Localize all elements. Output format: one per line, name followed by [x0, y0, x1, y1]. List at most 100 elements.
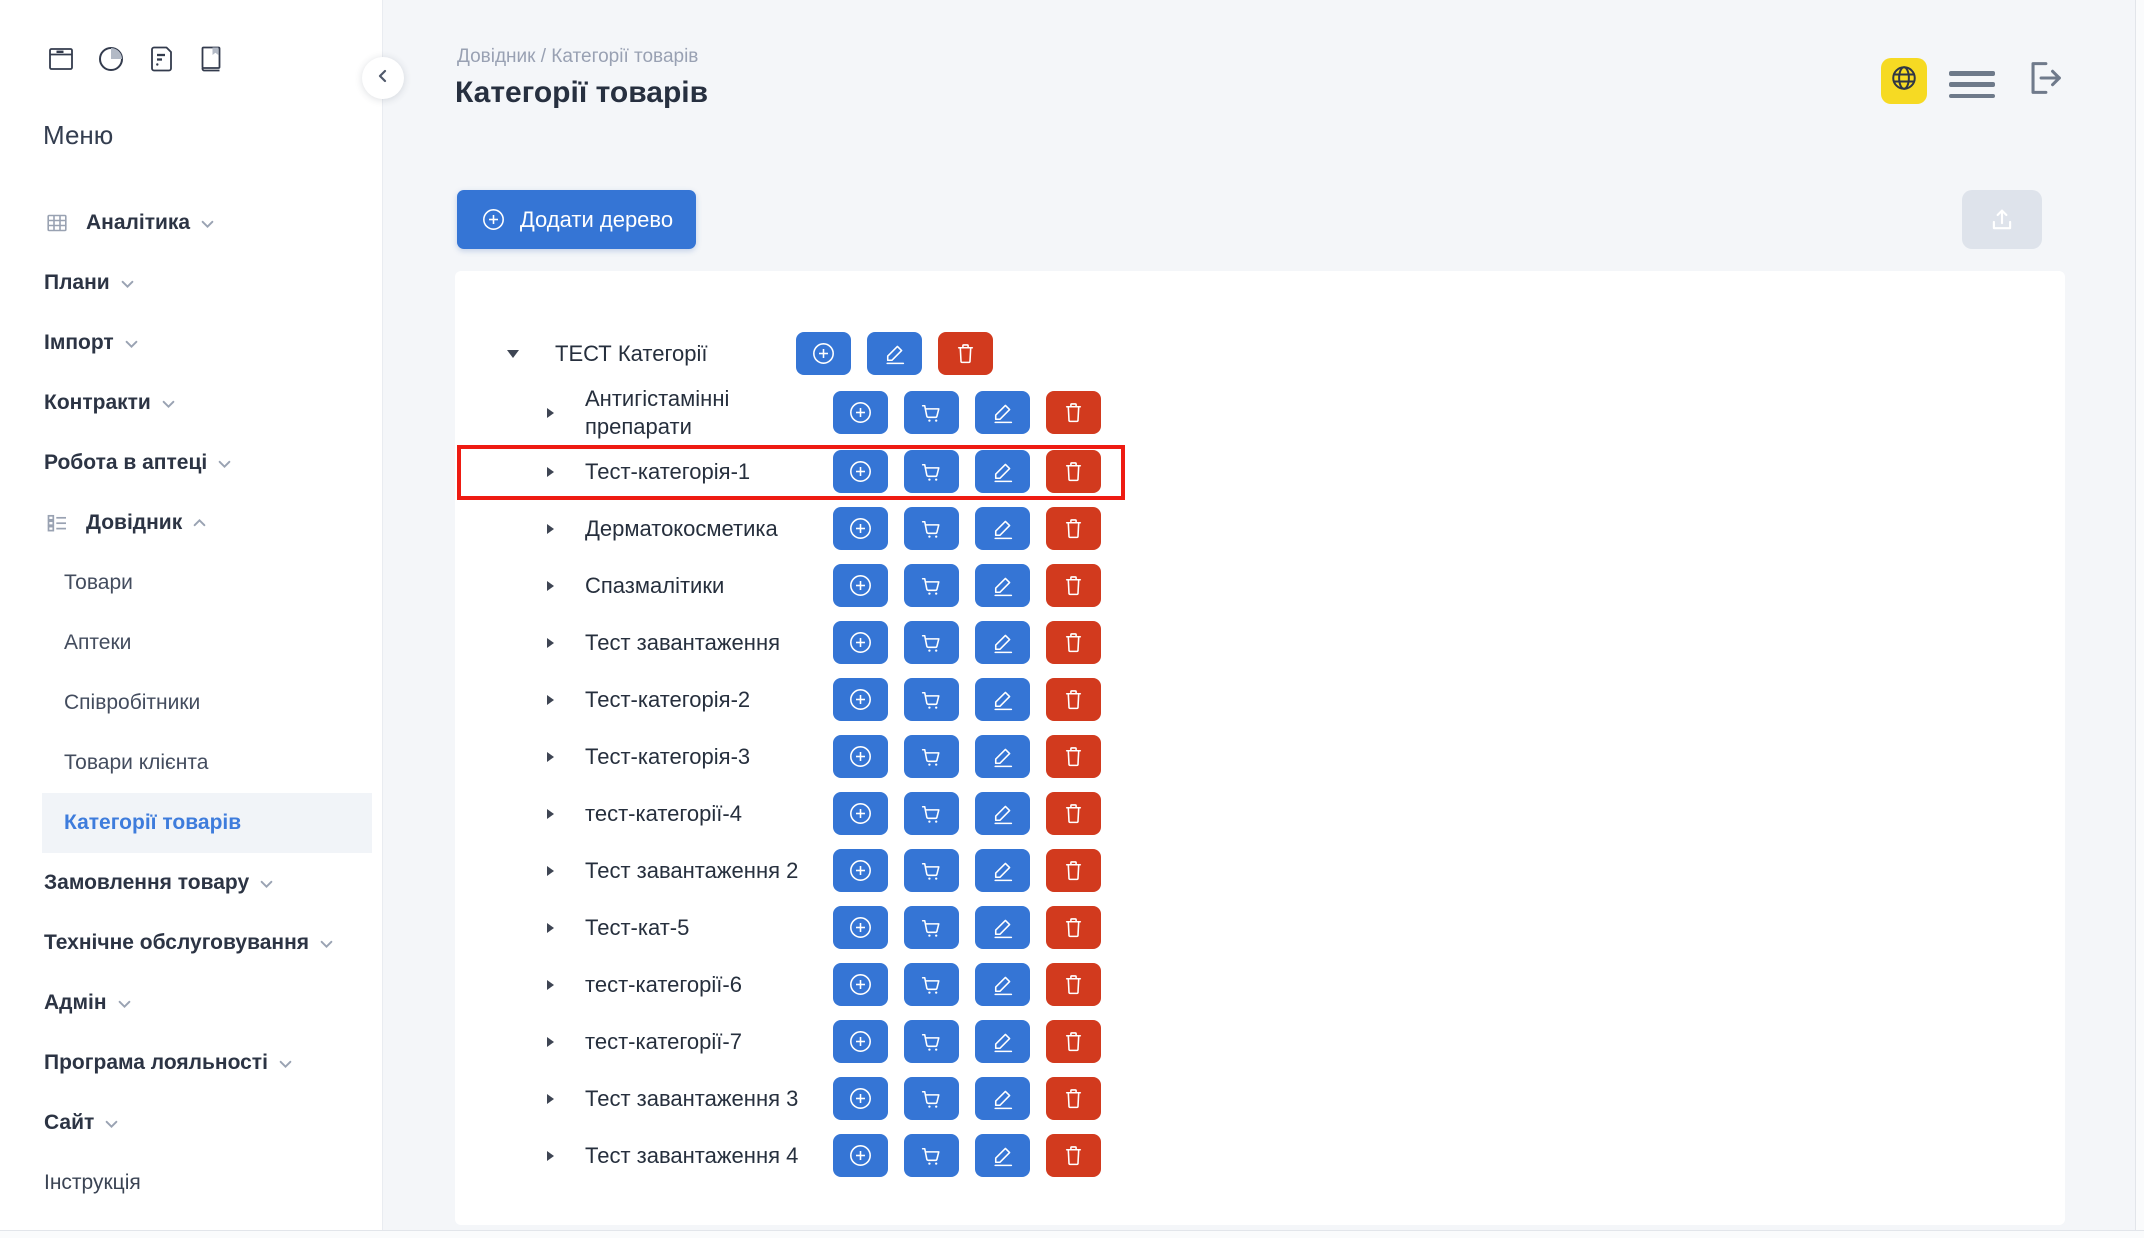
delete-button[interactable] — [1046, 450, 1101, 493]
sidebar-item-product-orders[interactable]: Замовлення товару — [0, 853, 383, 913]
delete-button[interactable] — [1046, 963, 1101, 1006]
expander-right-icon[interactable] — [547, 980, 563, 990]
expander-right-icon[interactable] — [547, 408, 563, 418]
edit-button[interactable] — [975, 564, 1030, 607]
delete-button[interactable] — [1046, 1134, 1101, 1177]
edit-button[interactable] — [975, 963, 1030, 1006]
book-icon[interactable] — [194, 42, 228, 76]
sidebar-item-import[interactable]: Імпорт — [0, 313, 383, 373]
expander-right-icon[interactable] — [547, 695, 563, 705]
sidebar-item-products[interactable]: Товари — [0, 553, 383, 613]
cart-button[interactable] — [904, 1077, 959, 1120]
box-icon[interactable] — [44, 42, 78, 76]
edit-button[interactable] — [975, 792, 1030, 835]
add-button[interactable] — [833, 621, 888, 664]
expander-right-icon[interactable] — [547, 467, 563, 477]
cart-button[interactable] — [904, 1134, 959, 1177]
expander-right-icon[interactable] — [547, 581, 563, 591]
add-button[interactable] — [833, 1020, 888, 1063]
cart-button[interactable] — [904, 678, 959, 721]
delete-button[interactable] — [1046, 621, 1101, 664]
sidebar-item-plans[interactable]: Плани — [0, 253, 383, 313]
sidebar-item-analytics[interactable]: Аналітика — [0, 193, 383, 253]
add-tree-button[interactable]: Додати дерево — [457, 190, 696, 249]
edit-button[interactable] — [975, 906, 1030, 949]
pie-chart-icon[interactable] — [94, 42, 128, 76]
cart-button[interactable] — [904, 1020, 959, 1063]
delete-button[interactable] — [1046, 1077, 1101, 1120]
add-button[interactable] — [833, 906, 888, 949]
document-icon[interactable] — [144, 42, 178, 76]
cart-button[interactable] — [904, 792, 959, 835]
edit-button[interactable] — [975, 1020, 1030, 1063]
sidebar-item-employees[interactable]: Співробітники — [0, 673, 383, 733]
sidebar-item-client-products[interactable]: Товари клієнта — [0, 733, 383, 793]
delete-button[interactable] — [1046, 849, 1101, 892]
sidebar-item-product-categories[interactable]: Категорії товарів — [42, 793, 372, 853]
expander-right-icon[interactable] — [547, 866, 563, 876]
edit-button[interactable] — [975, 621, 1030, 664]
language-button[interactable] — [1881, 58, 1927, 104]
cart-button[interactable] — [904, 963, 959, 1006]
edit-button[interactable] — [975, 1134, 1030, 1177]
expander-right-icon[interactable] — [547, 809, 563, 819]
logout-button[interactable] — [2020, 55, 2066, 106]
cart-button[interactable] — [904, 735, 959, 778]
cart-button[interactable] — [904, 849, 959, 892]
add-button[interactable] — [833, 507, 888, 550]
sidebar-item-contracts[interactable]: Контракти — [0, 373, 383, 433]
cart-button[interactable] — [904, 450, 959, 493]
edit-button[interactable] — [975, 507, 1030, 550]
vertical-scrollbar[interactable] — [2135, 0, 2144, 1238]
expander-right-icon[interactable] — [547, 923, 563, 933]
horizontal-scrollbar[interactable] — [0, 1230, 2144, 1238]
cart-button[interactable] — [904, 564, 959, 607]
delete-button[interactable] — [938, 332, 993, 375]
edit-button[interactable] — [975, 450, 1030, 493]
sidebar-item-maintenance[interactable]: Технічне обслуговування — [0, 913, 383, 973]
add-button[interactable] — [833, 391, 888, 434]
delete-button[interactable] — [1046, 735, 1101, 778]
add-button[interactable] — [833, 1134, 888, 1177]
edit-button[interactable] — [975, 678, 1030, 721]
add-button[interactable] — [833, 1077, 888, 1120]
edit-button[interactable] — [867, 332, 922, 375]
add-button[interactable] — [833, 450, 888, 493]
delete-button[interactable] — [1046, 906, 1101, 949]
expander-right-icon[interactable] — [547, 752, 563, 762]
add-button[interactable] — [833, 564, 888, 607]
add-button[interactable] — [833, 792, 888, 835]
sidebar-item-admin[interactable]: Адмін — [0, 973, 383, 1033]
sidebar-item-pharmacy-work[interactable]: Робота в аптеці — [0, 433, 383, 493]
sidebar-item-loyalty-program[interactable]: Програма лояльності — [0, 1033, 383, 1093]
edit-button[interactable] — [975, 735, 1030, 778]
expander-right-icon[interactable] — [547, 1037, 563, 1047]
expander-right-icon[interactable] — [547, 524, 563, 534]
sidebar-item-site[interactable]: Сайт — [0, 1093, 383, 1153]
cart-button[interactable] — [904, 391, 959, 434]
delete-button[interactable] — [1046, 792, 1101, 835]
sidebar-item-reference[interactable]: Довідник — [0, 493, 383, 553]
expander-right-icon[interactable] — [547, 638, 563, 648]
upload-button[interactable] — [1962, 190, 2042, 249]
edit-button[interactable] — [975, 849, 1030, 892]
delete-button[interactable] — [1046, 391, 1101, 434]
delete-button[interactable] — [1046, 1020, 1101, 1063]
edit-button[interactable] — [975, 391, 1030, 434]
sidebar-item-pharmacies[interactable]: Аптеки — [0, 613, 383, 673]
delete-button[interactable] — [1046, 678, 1101, 721]
cart-button[interactable] — [904, 621, 959, 664]
expander-right-icon[interactable] — [547, 1094, 563, 1104]
hamburger-menu-button[interactable] — [1949, 71, 1995, 98]
add-button[interactable] — [833, 678, 888, 721]
cart-button[interactable] — [904, 906, 959, 949]
delete-button[interactable] — [1046, 507, 1101, 550]
expander-down-icon[interactable] — [507, 350, 527, 358]
add-button[interactable] — [833, 849, 888, 892]
add-button[interactable] — [833, 963, 888, 1006]
expander-right-icon[interactable] — [547, 1151, 563, 1161]
delete-button[interactable] — [1046, 564, 1101, 607]
sidebar-item-instructions[interactable]: Інструкція — [0, 1153, 383, 1213]
edit-button[interactable] — [975, 1077, 1030, 1120]
sidebar-collapse-button[interactable] — [362, 57, 404, 99]
